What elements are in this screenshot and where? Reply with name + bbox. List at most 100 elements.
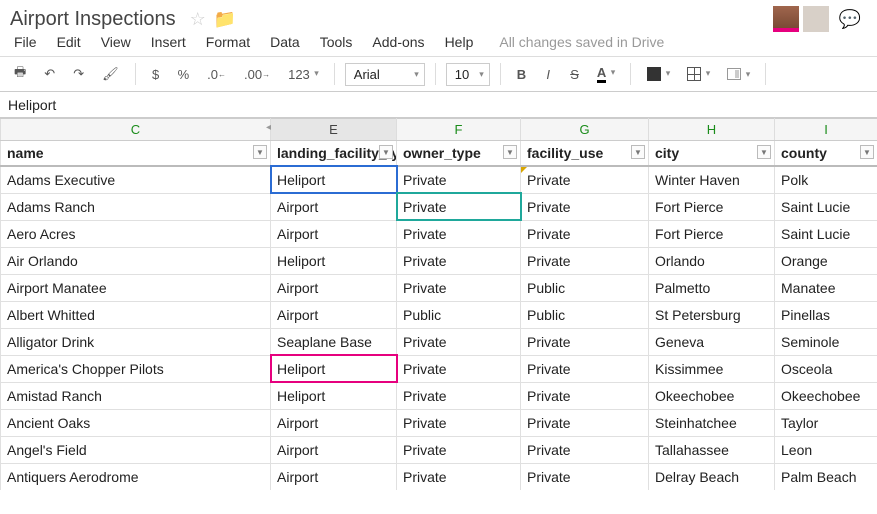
redo-icon[interactable]: ↷ — [67, 62, 90, 86]
cell-landing[interactable]: Airport — [271, 220, 397, 247]
cell-facility[interactable]: Public — [521, 301, 649, 328]
cell-name[interactable]: Airport Manatee — [1, 274, 271, 301]
borders-dropdown[interactable] — [681, 63, 715, 85]
cell-name[interactable]: Adams Ranch — [1, 193, 271, 220]
cell-landing[interactable]: Airport — [271, 436, 397, 463]
fill-color-dropdown[interactable] — [641, 63, 675, 85]
bold-button[interactable]: B — [511, 63, 532, 86]
cell-name[interactable]: Angel's Field — [1, 436, 271, 463]
cell-facility[interactable]: Private — [521, 328, 649, 355]
cell-name[interactable]: Antiquers Aerodrome — [1, 463, 271, 490]
column-header-i[interactable]: I — [775, 119, 877, 141]
cell-landing[interactable]: Seaplane Base — [271, 328, 397, 355]
cell-name[interactable]: Amistad Ranch — [1, 382, 271, 409]
field-header-city[interactable]: city▼ — [649, 141, 775, 167]
avatar[interactable] — [773, 6, 799, 32]
cell-name[interactable]: Ancient Oaks — [1, 409, 271, 436]
cell-owner[interactable]: Public — [397, 301, 521, 328]
format-currency-button[interactable]: $ — [146, 63, 166, 86]
cell-landing[interactable]: Heliport — [271, 355, 397, 382]
cell-facility[interactable]: Private — [521, 220, 649, 247]
cell-city[interactable]: Palmetto — [649, 274, 775, 301]
field-header-facility[interactable]: facility_use▼ — [521, 141, 649, 167]
cell-city[interactable]: Steinhatchee — [649, 409, 775, 436]
menu-format[interactable]: Format — [206, 34, 250, 50]
italic-button[interactable]: I — [538, 63, 558, 86]
cell-owner[interactable]: Private — [397, 328, 521, 355]
cell-facility[interactable]: Private — [521, 166, 649, 193]
cell-city[interactable]: Fort Pierce — [649, 193, 775, 220]
cell-facility[interactable]: Private — [521, 409, 649, 436]
cell-name[interactable]: Adams Executive — [1, 166, 271, 193]
cell-landing[interactable]: Airport — [271, 193, 397, 220]
column-header-f[interactable]: F — [397, 119, 521, 141]
menu-tools[interactable]: Tools — [320, 34, 353, 50]
cell-county[interactable]: Leon — [775, 436, 877, 463]
cell-owner[interactable]: Private — [397, 274, 521, 301]
cell-name[interactable]: America's Chopper Pilots — [1, 355, 271, 382]
cell-landing[interactable]: Heliport — [271, 166, 397, 193]
font-family-dropdown[interactable]: Arial — [345, 63, 425, 86]
cell-county[interactable]: Okeechobee — [775, 382, 877, 409]
filter-icon[interactable]: ▼ — [860, 145, 874, 159]
menu-data[interactable]: Data — [270, 34, 300, 50]
cell-city[interactable]: Okeechobee — [649, 382, 775, 409]
cell-county[interactable]: Taylor — [775, 409, 877, 436]
print-icon[interactable]: 🖶 — [8, 59, 32, 89]
cell-county[interactable]: Manatee — [775, 274, 877, 301]
cell-landing[interactable]: Heliport — [271, 382, 397, 409]
number-format-dropdown[interactable]: 123 — [282, 63, 324, 86]
column-header-e[interactable]: E — [271, 119, 397, 141]
font-size-dropdown[interactable]: 10 — [446, 63, 490, 86]
cell-county[interactable]: Osceola — [775, 355, 877, 382]
cell-county[interactable]: Pinellas — [775, 301, 877, 328]
increase-decimals-button[interactable]: .00→ — [238, 63, 276, 86]
strikethrough-button[interactable]: S — [564, 63, 585, 86]
cell-county[interactable]: Saint Lucie — [775, 193, 877, 220]
cell-city[interactable]: Orlando — [649, 247, 775, 274]
filter-icon[interactable]: ▼ — [631, 145, 645, 159]
cell-city[interactable]: Fort Pierce — [649, 220, 775, 247]
cell-owner[interactable]: Private — [397, 166, 521, 193]
folder-icon[interactable]: 📁 — [210, 9, 240, 30]
cell-owner[interactable]: Private — [397, 436, 521, 463]
menu-insert[interactable]: Insert — [151, 34, 186, 50]
cell-owner[interactable]: Private — [397, 382, 521, 409]
text-color-dropdown[interactable]: A — [591, 62, 620, 87]
doc-title[interactable]: Airport Inspections — [10, 8, 186, 31]
cell-city[interactable]: Winter Haven — [649, 166, 775, 193]
merge-cells-dropdown[interactable] — [721, 64, 755, 84]
cell-city[interactable]: St Petersburg — [649, 301, 775, 328]
cell-owner[interactable]: Private — [397, 193, 521, 220]
cell-county[interactable]: Palm Beach — [775, 463, 877, 490]
field-header-owner[interactable]: owner_type▼ — [397, 141, 521, 167]
column-header-c[interactable]: C◂▸ — [1, 119, 271, 141]
cell-city[interactable]: Delray Beach — [649, 463, 775, 490]
filter-icon[interactable]: ▼ — [503, 145, 517, 159]
filter-icon[interactable]: ▼ — [757, 145, 771, 159]
cell-county[interactable]: Saint Lucie — [775, 220, 877, 247]
menu-help[interactable]: Help — [445, 34, 474, 50]
filter-icon[interactable]: ▼ — [253, 145, 267, 159]
cell-landing[interactable]: Airport — [271, 274, 397, 301]
cell-city[interactable]: Kissimmee — [649, 355, 775, 382]
field-header-name[interactable]: name▼ — [1, 141, 271, 167]
cell-landing[interactable]: Heliport — [271, 247, 397, 274]
menu-file[interactable]: File — [14, 34, 37, 50]
cell-name[interactable]: Air Orlando — [1, 247, 271, 274]
formula-bar[interactable]: Heliport — [0, 97, 877, 113]
field-header-county[interactable]: county▼ — [775, 141, 877, 167]
cell-facility[interactable]: Public — [521, 274, 649, 301]
avatar[interactable] — [803, 6, 829, 32]
cell-owner[interactable]: Private — [397, 355, 521, 382]
cell-county[interactable]: Orange — [775, 247, 877, 274]
cell-county[interactable]: Seminole — [775, 328, 877, 355]
cell-owner[interactable]: Private — [397, 463, 521, 490]
column-header-h[interactable]: H — [649, 119, 775, 141]
star-icon[interactable]: ☆ — [186, 9, 210, 30]
cell-facility[interactable]: Private — [521, 193, 649, 220]
undo-icon[interactable]: ↶ — [38, 62, 61, 86]
cell-facility[interactable]: Private — [521, 436, 649, 463]
cell-name[interactable]: Aero Acres — [1, 220, 271, 247]
column-header-g[interactable]: G — [521, 119, 649, 141]
